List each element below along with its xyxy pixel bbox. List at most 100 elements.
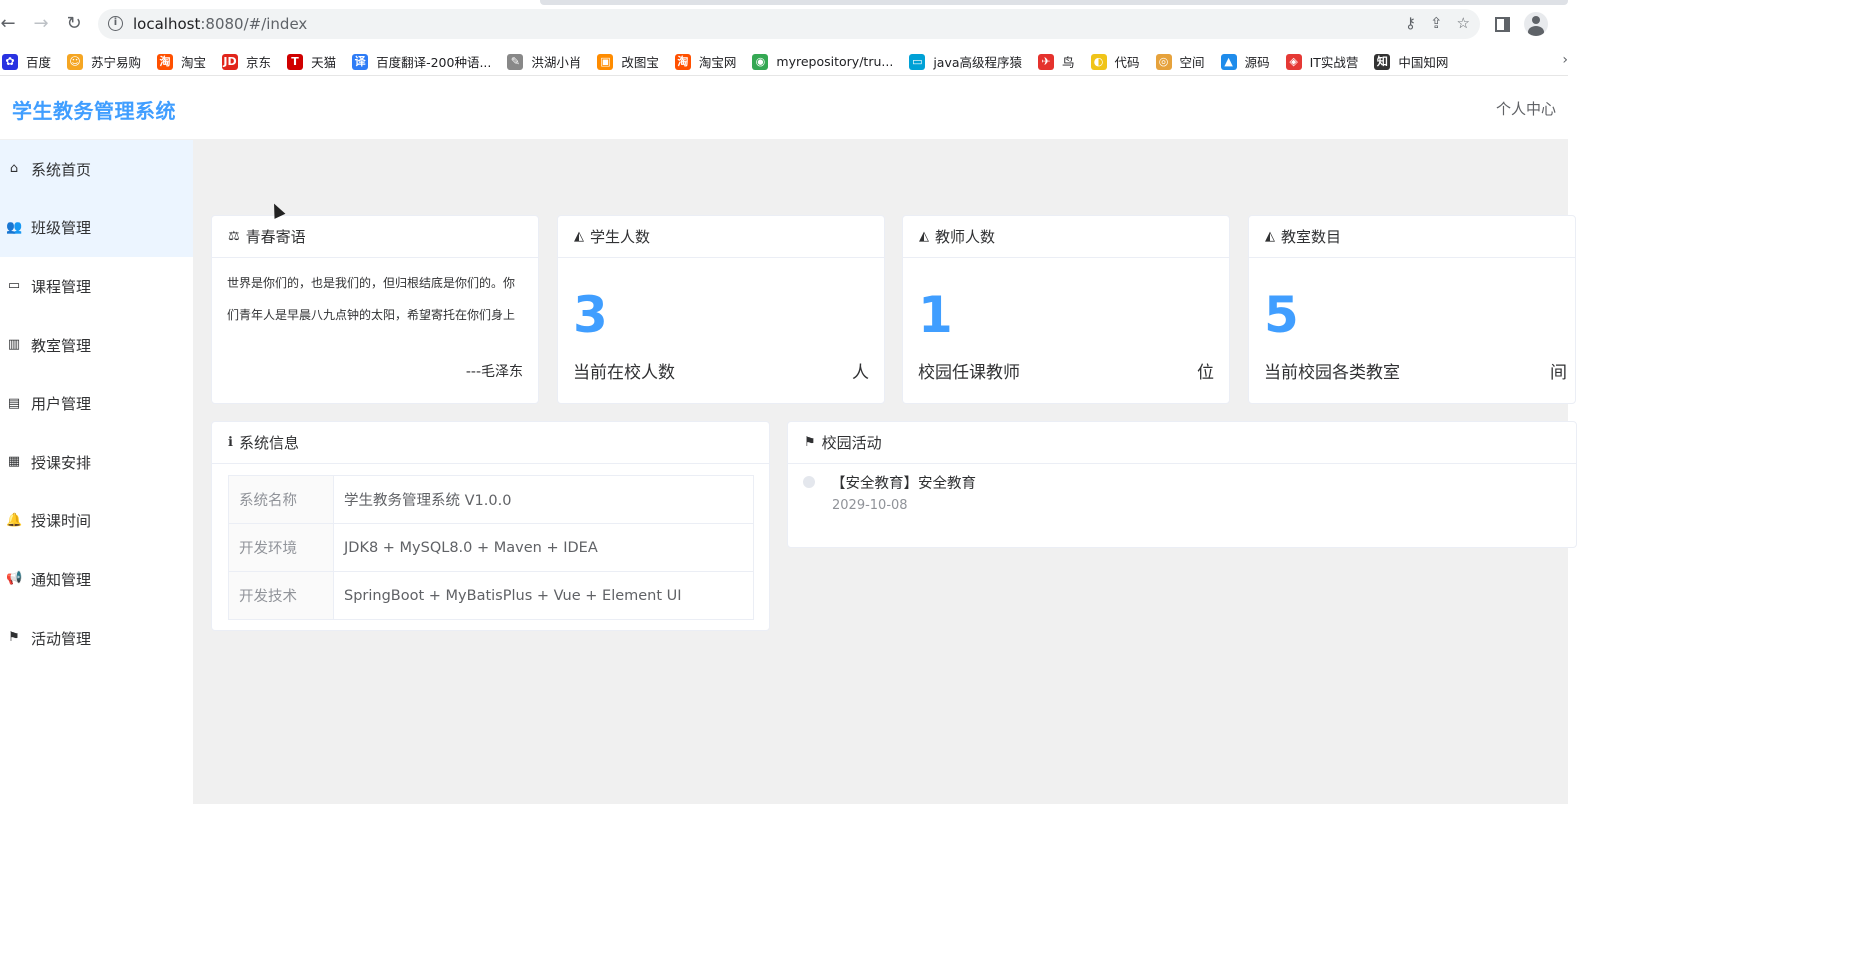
- app-header: 学生教务管理系统 个人中心: [0, 76, 1568, 140]
- sidebar-item-8[interactable]: 📢 通知管理: [0, 550, 193, 609]
- stat-card-classrooms: ◭ 教室数目 5 当前校园各类教室 间: [1248, 215, 1576, 404]
- bookmark-label: 代码: [1114, 55, 1140, 70]
- sidebar-item-7[interactable]: 🔔 授课时间: [0, 492, 193, 551]
- baidu-icon: ✿: [2, 53, 18, 70]
- bookmark-item[interactable]: ☺ 苏宁易购: [67, 52, 141, 71]
- profile-avatar-icon[interactable]: [1524, 12, 1548, 36]
- tab-strip: [540, 0, 1568, 5]
- share-icon[interactable]: ⇪: [1430, 14, 1443, 32]
- forward-icon[interactable]: →: [29, 12, 53, 36]
- back-icon[interactable]: ←: [0, 12, 20, 36]
- hhxx-icon: ✎: [507, 53, 524, 70]
- it-icon: ◈: [1285, 53, 1302, 70]
- chrome-icon: ◉: [752, 53, 769, 70]
- bilibili-icon: ▭: [909, 53, 926, 70]
- sidebar-item-2[interactable]: 👥 班级管理: [0, 198, 193, 258]
- sidebar-item-3[interactable]: ▭ 课程管理: [0, 257, 193, 316]
- sidebar-item-label: 教室管理: [31, 336, 92, 355]
- bookmark-item[interactable]: 知中国知网: [1374, 52, 1448, 71]
- sidebar-item-label: 活动管理: [31, 629, 92, 648]
- table-row: 开发技术 SpringBoot + MyBatisPlus + Vue + El…: [228, 571, 754, 620]
- bookmark-item[interactable]: ✈ 鸟: [1038, 52, 1075, 71]
- reload-icon[interactable]: ↻: [62, 12, 86, 36]
- id-card-icon: ▤: [7, 395, 21, 411]
- bookmark-item[interactable]: ◈ IT实战营: [1285, 52, 1359, 71]
- stat-unit: 间: [1550, 363, 1567, 383]
- side-panel-icon[interactable]: [1495, 16, 1510, 32]
- stat-card-students: ◭ 学生人数 3 当前在校人数 人: [557, 215, 885, 404]
- flag-icon: ⚑: [8, 630, 20, 646]
- taobaowang-icon: 淘: [674, 53, 691, 70]
- bookmark-label: 中国知网: [1398, 55, 1449, 70]
- bookmark-item[interactable]: 译百度翻译-200种语...: [352, 52, 491, 71]
- bookmark-item[interactable]: ◐ 代码: [1090, 52, 1140, 71]
- bookmark-item[interactable]: ✿ 百度: [2, 52, 51, 71]
- sidebar-item-label: 用户管理: [31, 395, 92, 414]
- stat-card-header: ◭ 教室数目: [1249, 216, 1575, 258]
- table-row: 系统名称 学生教务管理系统 V1.0.0: [228, 475, 754, 524]
- bookmark-item[interactable]: JD 京东: [222, 52, 271, 71]
- bookmark-item[interactable]: 淘淘宝网: [674, 52, 736, 71]
- star-icon[interactable]: ☆: [1457, 14, 1470, 32]
- bookmark-item[interactable]: ▲ 源码: [1220, 52, 1270, 71]
- stat-unit: 人: [852, 363, 869, 383]
- system-info-header: ℹ 系统信息: [212, 422, 769, 464]
- bookmark-label: 百度: [26, 55, 52, 70]
- users-icon: 👥: [6, 219, 23, 235]
- address-bar[interactable]: i localhost:8080/#/index ⚷ ⇪ ☆: [98, 9, 1480, 39]
- campus-activities-card: ⚑ 校园活动 【安全教育】安全教育 2029-10-08: [787, 421, 1577, 548]
- bullhorn-icon: 📢: [6, 571, 23, 587]
- bookmark-item[interactable]: ✎ 洪湖小肖: [507, 52, 581, 71]
- flag-icon: ⚑: [804, 435, 816, 450]
- tmall-icon: T: [287, 53, 304, 70]
- bookmark-item[interactable]: ◉ myrepository/tru...: [752, 53, 893, 70]
- bookmark-item[interactable]: T 天猫: [287, 52, 336, 71]
- stat-desc: 当前在校人数: [573, 363, 675, 383]
- sidebar-item-label: 班级管理: [31, 219, 92, 238]
- sidebar-item-label: 系统首页: [31, 160, 92, 179]
- bookmark-item[interactable]: ◎ 空间: [1155, 52, 1205, 71]
- bird-icon: ✈: [1038, 53, 1055, 70]
- info-key: 系统名称: [228, 475, 334, 524]
- bookmark-label: 改图宝: [621, 55, 659, 70]
- bookmark-item[interactable]: ▣ 改图宝: [597, 52, 659, 71]
- stat-unit: 位: [1197, 363, 1214, 383]
- calendar-blank-icon: ▭: [7, 278, 21, 294]
- url-text[interactable]: localhost:8080/#/index: [133, 15, 307, 33]
- area-chart-icon: ◭: [574, 229, 584, 244]
- quote-text: 世界是你们的，也是我们的，但归根结底是你们的。你们青年人是早晨八九点钟的太阳，希…: [227, 276, 516, 322]
- bookmark-item[interactable]: ▭ java高级程序猿: [909, 52, 1022, 71]
- activity-title[interactable]: 【安全教育】安全教育: [831, 472, 976, 493]
- sidebar-item-9[interactable]: ⚑ 活动管理: [0, 609, 193, 668]
- sidebar-item-1[interactable]: ⌂ 系统首页: [0, 140, 193, 199]
- sidebar-item-4[interactable]: ▥ 教室管理: [0, 316, 193, 375]
- code-icon: ◐: [1090, 53, 1107, 70]
- bookmark-item[interactable]: 淘淘宝: [157, 52, 206, 71]
- timeline-dot-icon: [803, 476, 815, 488]
- activities-title: 校园活动: [821, 434, 882, 452]
- stat-card-title: 教师人数: [935, 228, 996, 246]
- stat-desc: 校园任课教师: [918, 363, 1020, 383]
- site-info-icon[interactable]: i: [108, 16, 123, 31]
- bookmark-label: IT实战营: [1309, 55, 1359, 70]
- bookmark-label: 百度翻译-200种语...: [376, 55, 492, 70]
- bookmark-label: 源码: [1244, 55, 1270, 70]
- bookmark-label: 空间: [1179, 55, 1205, 70]
- stat-card-teachers: ◭ 教师人数 1 校园任课教师 位: [902, 215, 1230, 404]
- sidebar-item-label: 授课时间: [31, 512, 92, 531]
- personal-center-link[interactable]: 个人中心: [1496, 98, 1556, 119]
- key-icon[interactable]: ⚷: [1405, 14, 1416, 32]
- bookmark-label: 苏宁易购: [91, 55, 142, 70]
- sidebar-item-label: 授课安排: [31, 453, 92, 472]
- system-info-card: ℹ 系统信息 系统名称 学生教务管理系统 V1.0.0 开发环境 JDK8 + …: [211, 421, 770, 631]
- area-chart-icon: ◭: [1265, 229, 1275, 244]
- stat-value: 5: [1264, 286, 1299, 344]
- more-bookmarks-icon[interactable]: ›: [1562, 52, 1568, 68]
- table-row: 开发环境 JDK8 + MySQL8.0 + Maven + IDEA: [228, 523, 754, 572]
- sidebar-item-5[interactable]: ▤ 用户管理: [0, 374, 193, 433]
- sidebar-item-6[interactable]: ▦ 授课安排: [0, 433, 193, 492]
- stat-value: 3: [573, 286, 608, 344]
- yuanma-icon: ▲: [1220, 53, 1237, 70]
- sidebar-item-label: 课程管理: [31, 277, 92, 296]
- url-path: :8080/#/index: [200, 15, 308, 33]
